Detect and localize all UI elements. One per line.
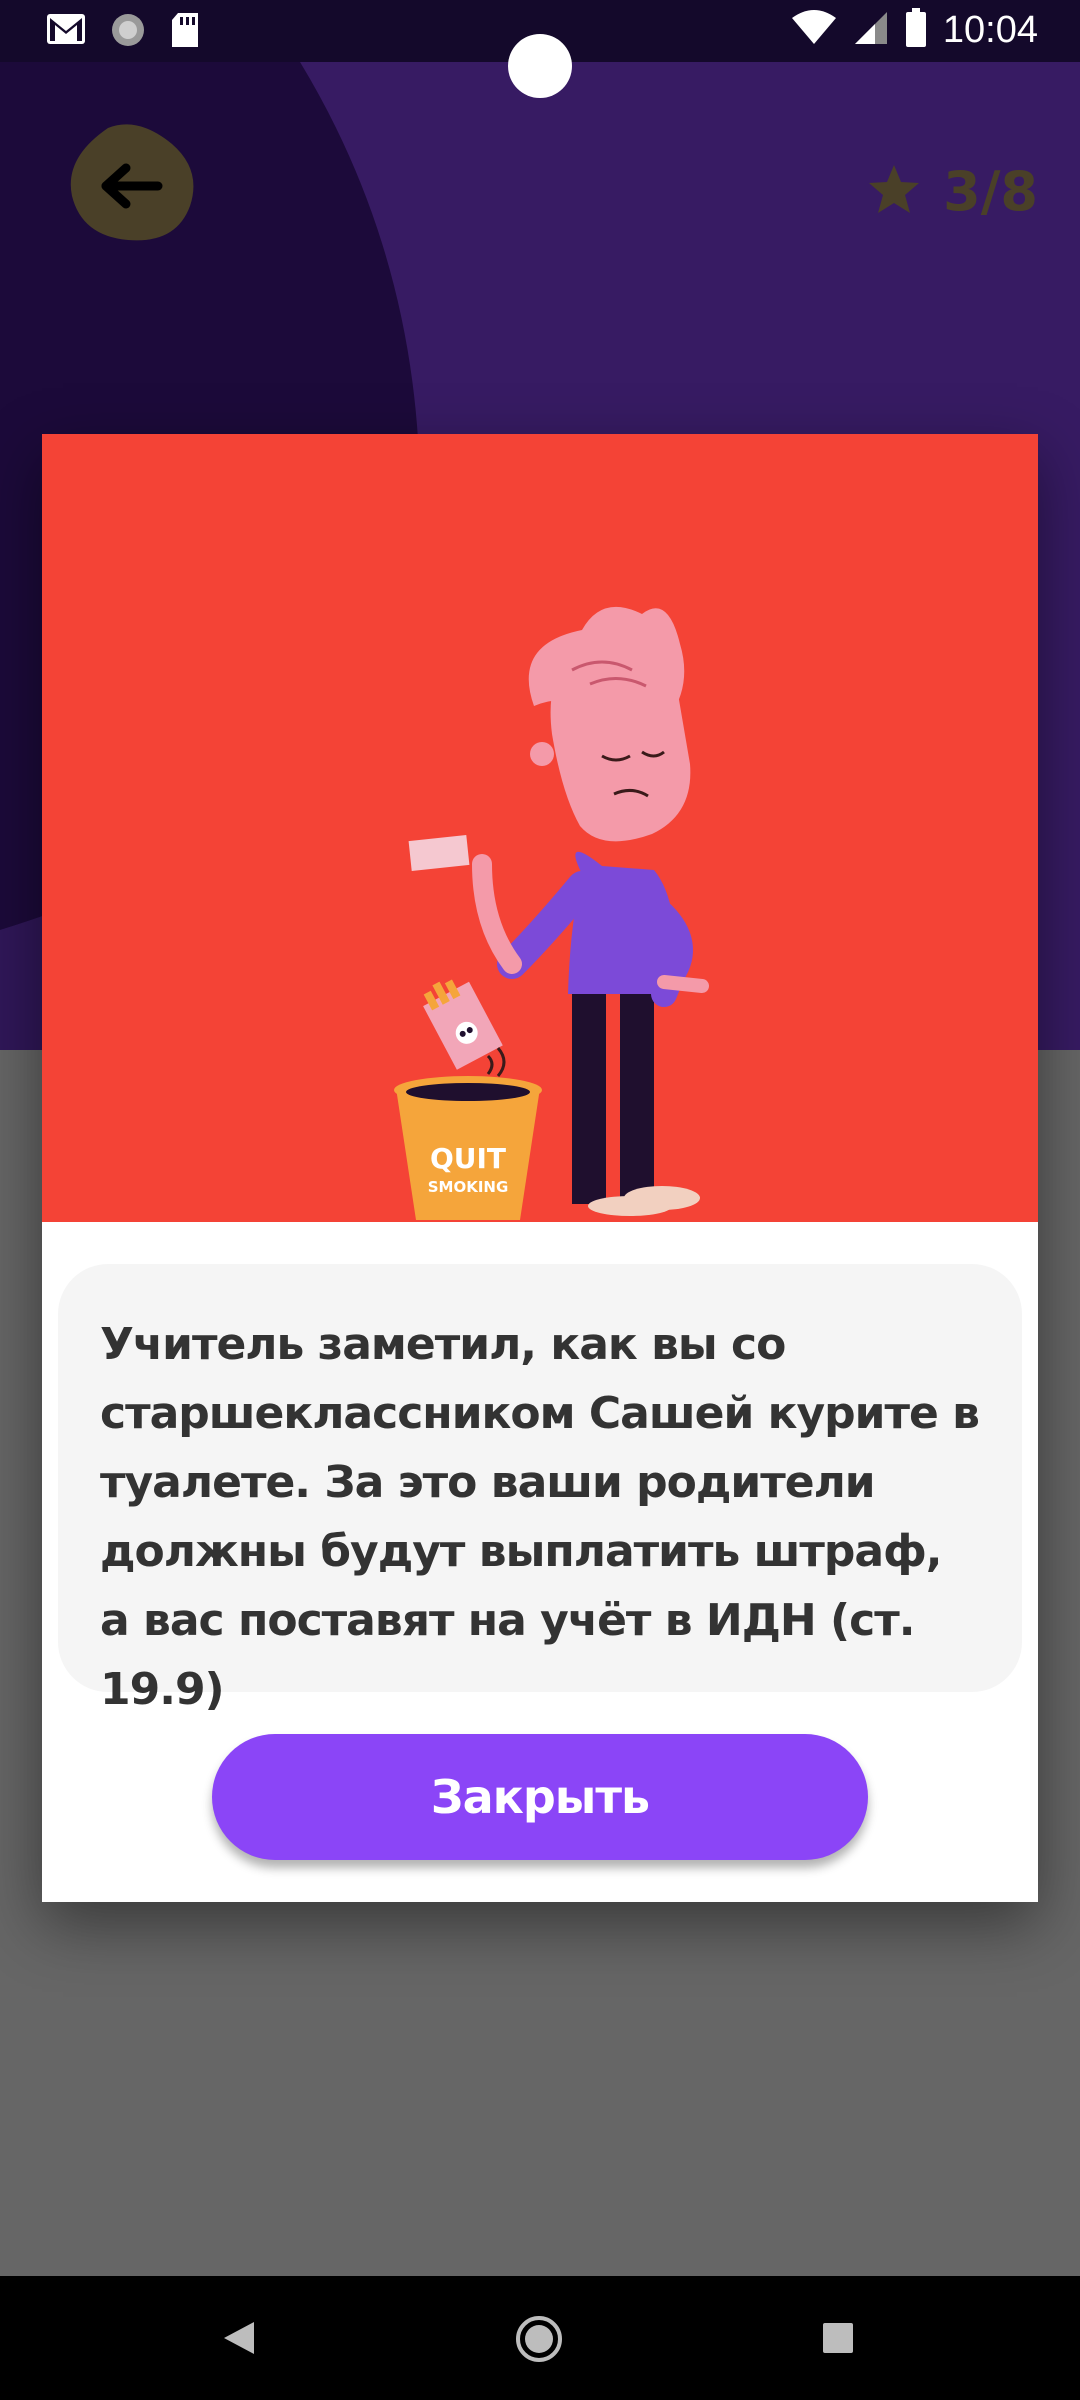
- navigation-bar: [0, 2276, 1080, 2400]
- cigarette-pack-icon: [423, 979, 503, 1070]
- close-button[interactable]: Закрыть: [212, 1734, 868, 1860]
- trash-bin-icon: QUIT SMOKING: [394, 1076, 542, 1220]
- event-dialog: QUIT SMOKING Учитель заметил, как вы со …: [42, 434, 1038, 1902]
- message-text: Учитель заметил, как вы со старшеклассни…: [100, 1319, 980, 1715]
- back-triangle-icon[interactable]: [222, 2320, 258, 2361]
- gmail-icon: [46, 12, 86, 53]
- back-button[interactable]: [68, 120, 200, 246]
- wifi-icon: [791, 10, 837, 51]
- recents-square-icon[interactable]: [822, 2322, 854, 2359]
- bin-label-smoking: SMOKING: [428, 1178, 509, 1196]
- camera-cutout: [508, 34, 572, 98]
- quit-smoking-illustration: QUIT SMOKING: [42, 434, 1038, 1222]
- sd-card-icon: [170, 12, 200, 53]
- progress-indicator: 3/8: [867, 160, 1038, 223]
- cellular-icon: [853, 10, 889, 51]
- sync-icon: [110, 12, 146, 53]
- status-time: 10:04: [942, 9, 1038, 51]
- message-box: Учитель заметил, как вы со старшеклассни…: [58, 1264, 1022, 1715]
- bin-label-quit: QUIT: [430, 1142, 506, 1175]
- battery-icon: [905, 8, 927, 53]
- home-circle-icon[interactable]: [514, 2314, 564, 2369]
- progress-text: 3/8: [943, 160, 1038, 223]
- star-icon: [867, 163, 921, 220]
